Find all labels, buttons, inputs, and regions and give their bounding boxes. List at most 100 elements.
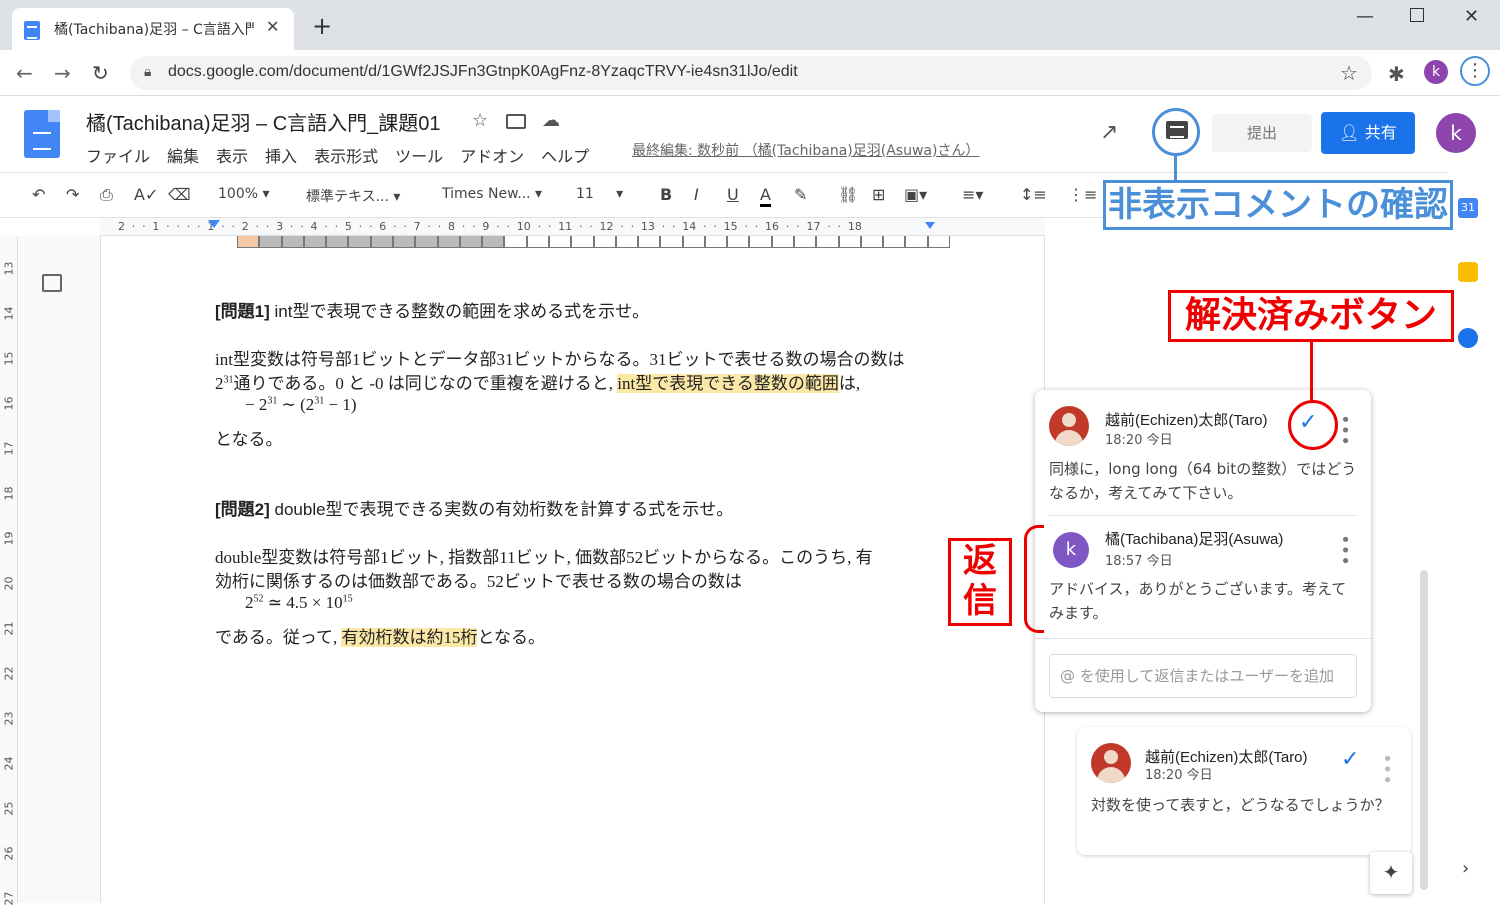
activity-trend-icon[interactable]: ↗ <box>1100 120 1118 145</box>
paint-format-icon[interactable]: ⌫ <box>168 185 191 204</box>
question-1-label: [問題1] <box>215 302 270 321</box>
divider <box>1035 638 1371 639</box>
back-icon[interactable]: ← <box>16 61 33 85</box>
window-close-icon[interactable]: ✕ <box>1464 6 1479 27</box>
bookmark-star-icon[interactable]: ☆ <box>1340 61 1358 85</box>
comment-history-button[interactable] <box>1152 108 1200 156</box>
insert-comment-icon[interactable]: ⊞ <box>872 185 885 204</box>
question-2-text: double型で表現できる実数の有効桁数を計算する式を示せ。 <box>269 500 734 519</box>
tasks-icon[interactable] <box>1458 328 1478 348</box>
formula-1[interactable]: − 231 ∼ (231 − 1) <box>245 395 357 415</box>
explore-icon[interactable]: ✦ <box>1370 852 1412 894</box>
vruler-number: 15 <box>2 351 16 366</box>
formula-2[interactable]: 252 ≃ 4.5 × 1015 <box>245 593 353 613</box>
address-bar[interactable]: 🔒︎ docs.google.com/document/d/1GWf2JSJFn… <box>130 56 1372 90</box>
reload-icon[interactable]: ↻ <box>92 61 109 85</box>
comment-body: 対数を使って表すと，どうなるでしょうか？ <box>1091 796 1390 814</box>
undo-icon[interactable]: ↶ <box>32 185 45 204</box>
vruler-number: 20 <box>2 576 16 591</box>
comment-time: 18:20 今日 <box>1105 433 1173 448</box>
keep-icon[interactable] <box>1458 262 1478 282</box>
browser-tab[interactable]: 橘(Tachibana)足羽 – C言語入門 ✕ <box>12 8 294 50</box>
move-folder-icon[interactable] <box>506 114 526 129</box>
share-button[interactable]: 👤︎ 共有 <box>1321 112 1415 154</box>
browser-menu-icon[interactable]: ⋮ <box>1460 56 1490 86</box>
answer-2-line-2[interactable]: 効桁に関係するのは価数部である。52ビットで表せる数の場合の数は <box>215 567 742 592</box>
question-1[interactable]: [問題1] int型で表現できる整数の範囲を求める式を示せ。 <box>215 297 649 322</box>
menu-tools[interactable]: ツール <box>395 147 443 166</box>
highlighted-text[interactable]: int型で表現できる整数の範囲 <box>617 374 839 393</box>
style-value: 標準テキス... <box>306 189 389 205</box>
extensions-icon[interactable]: ✱ <box>1388 62 1405 86</box>
more-options-icon[interactable]: ••• <box>1376 753 1397 785</box>
annotation-connector <box>1174 156 1177 180</box>
numbered-list-icon[interactable]: ⋮≡ <box>1068 185 1097 204</box>
question-1-text: int型で表現できる整数の範囲を求める式を示せ。 <box>269 302 650 321</box>
menu-file[interactable]: ファイル <box>86 147 150 166</box>
right-indent-marker[interactable] <box>925 222 935 229</box>
minimize-icon[interactable]: — <box>1356 6 1374 27</box>
align-icon[interactable]: ≡▾ <box>962 185 983 204</box>
menu-view[interactable]: 表示 <box>216 147 248 166</box>
bold-icon[interactable]: B <box>660 185 672 204</box>
maximize-icon[interactable] <box>1410 8 1424 22</box>
browser-profile-avatar[interactable]: k <box>1424 60 1448 84</box>
vruler-number: 27 <box>2 891 16 906</box>
submit-button[interactable]: 提出 <box>1212 114 1312 152</box>
menu-help[interactable]: ヘルプ <box>541 147 589 166</box>
text-color-icon[interactable]: A <box>760 185 771 207</box>
resolve-check-icon[interactable]: ✓ <box>1341 747 1359 772</box>
tab-close-icon[interactable]: ✕ <box>266 17 279 36</box>
link-icon[interactable]: ⛓ <box>838 185 858 204</box>
comment-thread[interactable]: 越前(Echizen)太郎(Taro) 18:20 今日 ✓ ••• 対数を使っ… <box>1077 727 1411 855</box>
new-tab-icon[interactable]: + <box>312 14 332 38</box>
docs-logo-icon[interactable] <box>24 110 60 158</box>
vertical-ruler: 13 14 15 16 17 18 19 20 21 22 23 24 25 2… <box>0 236 18 906</box>
text: 2 <box>215 374 224 393</box>
vruler-number: 17 <box>2 441 16 456</box>
forward-icon[interactable]: → <box>54 61 71 85</box>
star-icon[interactable]: ☆ <box>472 110 488 131</box>
underline-icon[interactable]: U <box>727 185 739 204</box>
answer-2-line-1[interactable]: double型変数は符号部1ビット, 指数部11ビット, 価数部52ビットからな… <box>215 543 873 568</box>
reply-input[interactable]: @ を使用して返信またはユーザーを追加 <box>1049 654 1357 698</box>
answer-1-line-2[interactable]: 231通りである。0 と -0 は同じなので重複を避けると, int型で表現でき… <box>215 369 860 394</box>
last-edit-link[interactable]: 最終編集: 数秒前 （橘(Tachibana)足羽(Asuwa)さん） <box>632 140 979 160</box>
italic-icon[interactable]: I <box>694 185 699 204</box>
expand-panel-icon[interactable]: › <box>1462 858 1469 879</box>
menu-insert[interactable]: 挿入 <box>265 147 297 166</box>
menu-format[interactable]: 表示形式 <box>314 147 378 166</box>
zoom-select[interactable]: 100% ▾ <box>218 186 270 202</box>
comments-scrollbar[interactable] <box>1420 570 1428 890</box>
print-icon[interactable]: ⎙ <box>100 185 113 205</box>
left-indent-marker[interactable] <box>208 220 220 228</box>
vruler-number: 13 <box>2 261 16 276</box>
font-size-select[interactable]: 11 ▾ <box>576 186 623 202</box>
menu-addons[interactable]: アドオン <box>460 147 524 166</box>
highlighted-text[interactable]: 有効桁数は約15桁 <box>341 628 478 647</box>
document-title[interactable]: 橘(Tachibana)足羽 – C言語入門_課題01 <box>86 107 441 136</box>
calendar-icon[interactable]: 31 <box>1458 198 1478 218</box>
answer-1-line-1[interactable]: int型変数は符号部1ビットとデータ部31ビットからなる。31ビットで表せる数の… <box>215 345 904 370</box>
text: − 1) <box>324 395 357 414</box>
reply-time: 18:57 今日 <box>1105 554 1173 569</box>
question-2[interactable]: [問題2] double型で表現できる実数の有効桁数を計算する式を示せ。 <box>215 495 733 520</box>
document-outline-icon[interactable] <box>42 274 62 292</box>
reply-more-options-icon[interactable]: ••• <box>1334 534 1355 566</box>
line-spacing-icon[interactable]: ↕≡ <box>1020 185 1047 204</box>
more-options-icon[interactable]: ••• <box>1334 414 1355 446</box>
annotation-reply: 返信 <box>948 538 1012 626</box>
redo-icon[interactable]: ↷ <box>66 185 79 204</box>
font-select[interactable]: Times New... ▾ <box>442 186 542 202</box>
menu-edit[interactable]: 編集 <box>167 147 199 166</box>
insert-image-icon[interactable]: ▣▾ <box>904 185 927 204</box>
answer-2-line-3[interactable]: である。従って, 有効桁数は約15桁となる。 <box>215 623 545 648</box>
style-select[interactable]: 標準テキス... ▾ <box>306 186 400 206</box>
answer-1-line-3[interactable]: となる。 <box>215 425 283 450</box>
account-avatar[interactable]: k <box>1436 113 1476 153</box>
spellcheck-icon[interactable]: A✓ <box>134 185 158 204</box>
vruler-number: 22 <box>2 666 16 681</box>
horizontal-ruler[interactable]: 2 · · 1 · · · · 1 · · 2 · · 3 · · 4 · · … <box>100 218 1045 236</box>
highlight-icon[interactable]: ✎ <box>794 185 807 204</box>
docs-favicon-icon <box>24 21 40 40</box>
